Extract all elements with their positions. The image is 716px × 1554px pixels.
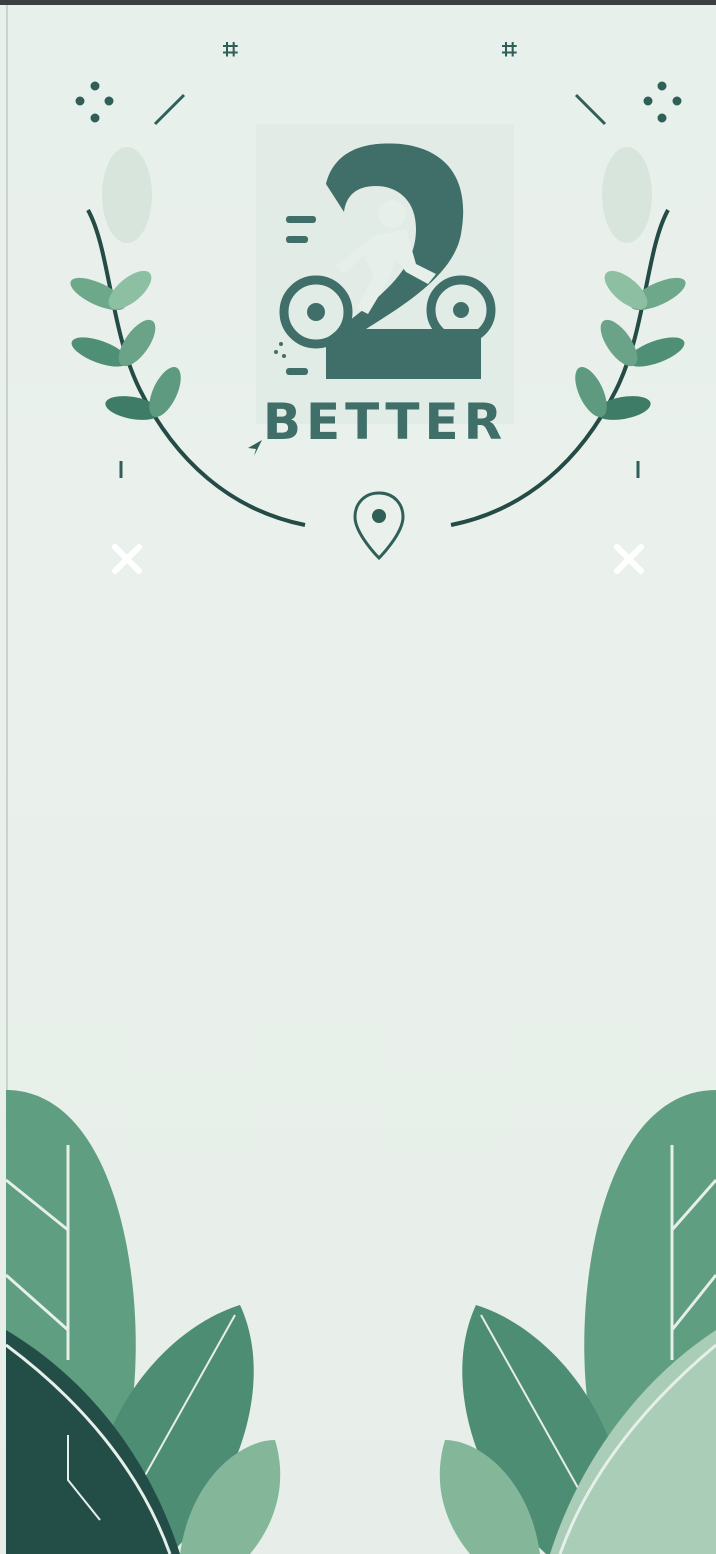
foliage-left [5, 1090, 281, 1554]
svg-text:⌗: ⌗ [223, 35, 238, 65]
close-icon[interactable] [610, 540, 648, 578]
splash-screen: ⌗ ⌗ BETTER [0, 0, 716, 1554]
location-pin-icon[interactable] [350, 490, 408, 562]
sparkle-icon [248, 440, 262, 456]
close-icon[interactable] [108, 540, 146, 578]
brand-wordmark: BETTER [262, 393, 508, 451]
foliage-right [439, 1090, 716, 1554]
svg-text:⌗: ⌗ [502, 35, 517, 65]
cyclist-logo-icon [274, 143, 496, 379]
